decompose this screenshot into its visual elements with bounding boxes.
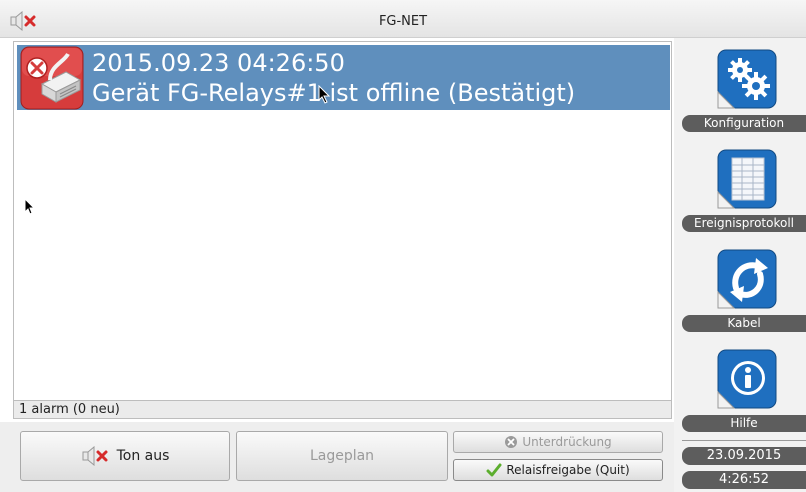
- sidebar-label-kabel: Kabel: [682, 315, 806, 332]
- alarm-message: Gerät FG-Relays#1 ist offline (Bestätigt…: [92, 79, 576, 107]
- relay-release-button-label: Relaisfreigabe (Quit): [506, 463, 630, 477]
- site-plan-button[interactable]: Lageplan: [236, 431, 448, 481]
- sidebar-label-hilfe: Hilfe: [682, 415, 806, 432]
- alarm-timestamp: 2015.09.23 04:26:50: [92, 49, 345, 77]
- alarm-row[interactable]: 2015.09.23 04:26:50 Gerät FG-Relays#1 is…: [17, 45, 670, 110]
- sidebar-item-ereignisprotokoll[interactable]: Ereignisprotokoll: [682, 148, 806, 238]
- cancel-circle-icon: [504, 435, 518, 449]
- sidebar-label-ereignisprotokoll: Ereignisprotokoll: [682, 215, 806, 232]
- title-bar: FG-NET: [0, 0, 806, 38]
- sidebar-item-kabel[interactable]: Kabel: [682, 248, 806, 338]
- suppression-button[interactable]: Unterdrückung: [453, 431, 663, 453]
- mute-sound-button[interactable]: Ton aus: [20, 431, 230, 481]
- window-title: FG-NET: [378, 14, 428, 29]
- current-time: 4:26:52: [682, 471, 806, 489]
- gears-icon: [716, 48, 780, 112]
- action-bar: Ton aus Lageplan Unterdrückung Relaisfre…: [0, 422, 674, 492]
- sidebar-label-konfiguration: Konfiguration: [682, 115, 806, 132]
- speaker-muted-icon: [81, 446, 113, 466]
- checkmark-icon: [486, 463, 502, 477]
- sidebar-item-hilfe[interactable]: Hilfe: [682, 348, 806, 438]
- relay-release-button[interactable]: Relaisfreigabe (Quit): [453, 459, 663, 481]
- event-log-icon: [716, 148, 780, 212]
- current-date: 23.09.2015: [682, 447, 806, 465]
- alarm-count-status: 1 alarm (0 neu): [13, 400, 672, 419]
- mouse-cursor-icon: [24, 197, 36, 220]
- suppression-button-label: Unterdrückung: [522, 435, 612, 449]
- sidebar-item-konfiguration[interactable]: Konfiguration: [682, 48, 806, 138]
- side-navigation: Konfiguration Ereignisprotokoll Kabel Hi…: [674, 38, 806, 492]
- info-icon: [716, 348, 780, 412]
- divider: [682, 440, 806, 441]
- relay-offline-icon: [20, 46, 84, 110]
- site-plan-button-label: Lageplan: [309, 448, 375, 464]
- cable-icon: [716, 248, 780, 312]
- mouse-cursor-icon: [318, 84, 332, 109]
- mute-button-label: Ton aus: [116, 448, 170, 464]
- alarm-list: 2015.09.23 04:26:50 Gerät FG-Relays#1 is…: [13, 41, 672, 402]
